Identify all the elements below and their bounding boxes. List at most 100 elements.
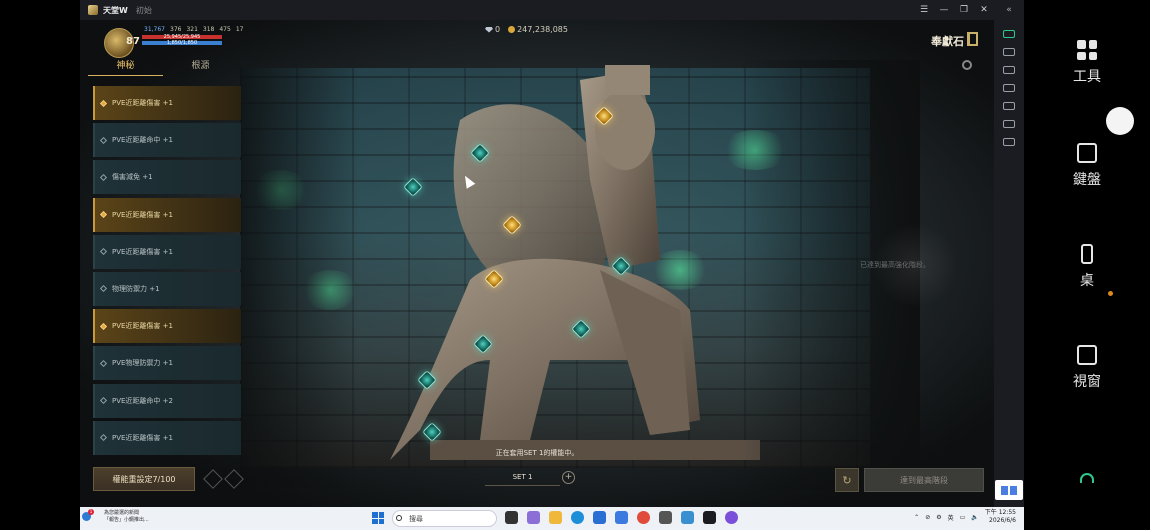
- lamassu-statue: [390, 65, 760, 460]
- reset-ability-button[interactable]: 權能重設定7/100: [93, 467, 195, 491]
- chat-icon[interactable]: [1003, 48, 1015, 56]
- minimize-icon[interactable]: —: [934, 0, 954, 20]
- window-label: 視窗: [1073, 374, 1101, 390]
- list-item[interactable]: 傷害減免 +1: [93, 160, 241, 195]
- list-item-label: PVE近距離傷害 +1: [112, 433, 173, 442]
- list-item[interactable]: PVE近距離傷害 +1: [93, 234, 241, 269]
- game-viewport: 已達到最高強化階段。 87 31,767 376 321 318 475 17 …: [80, 20, 994, 507]
- lock-icon[interactable]: [203, 469, 223, 489]
- chrome-icon[interactable]: [637, 511, 650, 524]
- collapse-sidebar-button[interactable]: «: [994, 0, 1024, 20]
- list-item[interactable]: PVE近距離傷害 +1: [93, 309, 241, 344]
- mp-bar: 1,850/1,850: [142, 40, 222, 46]
- list-item[interactable]: PVE近距離命中 +2: [93, 383, 241, 418]
- keyboard-label: 鍵盤: [1073, 172, 1101, 188]
- status-message: 正在套用SET 1的權能中。: [495, 449, 579, 457]
- edge-icon[interactable]: [571, 511, 584, 524]
- time: 下午 12:55: [984, 509, 1016, 516]
- list-item-label: 傷害減免 +1: [112, 173, 153, 182]
- desktop-button[interactable]: 桌: [1024, 244, 1150, 290]
- window-controls: ☰ — ❐ ✕: [914, 0, 994, 20]
- mail-icon[interactable]: [615, 511, 628, 524]
- app-icon[interactable]: [659, 511, 672, 524]
- chevron-up-icon[interactable]: ⌃: [914, 514, 919, 521]
- grid-icon: [1077, 40, 1097, 60]
- diamond-icon: [485, 26, 493, 33]
- clock[interactable]: 下午 12:55 2026/6/6: [985, 509, 1016, 525]
- diamond-icon: [99, 173, 108, 181]
- refresh-button[interactable]: ↻: [835, 468, 859, 492]
- set-selector[interactable]: SET 1: [485, 473, 560, 486]
- stat-value: 318: [202, 26, 215, 33]
- stat-value: 475: [219, 26, 231, 33]
- system-tray: ⌃ ⊘ ⚙ 英 ▭ 🔈 下午 12:55 2026/6/6: [914, 509, 1016, 525]
- add-set-button[interactable]: +: [562, 471, 575, 484]
- window-button[interactable]: 視窗: [1024, 345, 1150, 391]
- diamond-icon: [99, 322, 108, 330]
- app-logo-icon: [88, 5, 98, 15]
- list-item[interactable]: PVE物理防禦力 +1: [93, 346, 241, 381]
- game-icon[interactable]: [703, 511, 716, 524]
- diamond-icon: [99, 136, 108, 144]
- folder-icon[interactable]: [1003, 138, 1015, 146]
- network-icon[interactable]: ⊘: [925, 514, 930, 521]
- tab-origin[interactable]: 根源: [163, 54, 238, 76]
- tab-mystic[interactable]: 神秘: [88, 54, 163, 76]
- stat-value: 17: [235, 26, 244, 33]
- wifi-icon: [1080, 473, 1094, 483]
- notification-badge: 1: [88, 509, 94, 515]
- title-bar: 天堂W 初始 ☰ — ❐ ✕: [80, 0, 1024, 20]
- mouse-mode-button[interactable]: [1106, 107, 1134, 135]
- search-icon: [396, 515, 402, 521]
- list-item-label: PVE近距離傷害 +1: [112, 99, 173, 107]
- volume-icon[interactable]: [1003, 66, 1015, 74]
- emulator-window: 天堂W 初始 ☰ — ❐ ✕ « 已達到最高強化階段。 87 31,767 37…: [80, 0, 1024, 507]
- gear-icon[interactable]: [962, 60, 972, 70]
- terminal-icon[interactable]: [505, 511, 518, 524]
- coin-icon: [508, 26, 516, 33]
- news-title: 為您嚴選的新聞: [104, 510, 140, 516]
- list-item-label: PVE近距離傷害 +1: [112, 322, 173, 331]
- tools-button[interactable]: 工具: [1024, 40, 1150, 86]
- widgets-icon[interactable]: [527, 511, 540, 524]
- discord-icon[interactable]: [725, 511, 738, 524]
- combat-power: 31,767: [144, 26, 165, 33]
- diamond-icon: [99, 285, 108, 293]
- mp-text: 1,850/1,850: [166, 40, 198, 46]
- app-status: 初始: [135, 5, 152, 15]
- restore-icon[interactable]: ❐: [954, 0, 974, 20]
- monitor-icon[interactable]: ▭: [960, 514, 966, 521]
- date: 2026/6/6: [989, 517, 1016, 524]
- list-item[interactable]: 物理防禦力 +1: [93, 271, 241, 306]
- record-icon[interactable]: [1003, 120, 1015, 128]
- language-indicator[interactable]: 英: [948, 513, 954, 522]
- menu-icon[interactable]: ☰: [914, 0, 934, 20]
- hp-bar: 25,945/25,945: [142, 34, 222, 40]
- folder-icon[interactable]: [549, 511, 562, 524]
- page-title: 奉獻石: [931, 35, 964, 48]
- close-icon[interactable]: ✕: [974, 0, 994, 20]
- gamepad-icon[interactable]: [1003, 30, 1015, 38]
- keyboard-button[interactable]: 鍵盤: [1024, 143, 1150, 189]
- reach-max-button[interactable]: 達到最高階段: [864, 468, 984, 492]
- windows-start-icon[interactable]: [372, 512, 384, 524]
- store-icon[interactable]: [593, 511, 606, 524]
- search-input[interactable]: 搜尋: [392, 510, 497, 527]
- gold-count: 247,238,085: [508, 25, 568, 34]
- floating-widget[interactable]: [995, 480, 1023, 500]
- volume-icon[interactable]: 🔈: [971, 514, 978, 521]
- keyboard-mode-icon[interactable]: ⚙: [936, 514, 941, 521]
- max-stage-note: 已達到最高強化階段。: [860, 261, 930, 269]
- controller-icon[interactable]: [1003, 84, 1015, 92]
- gem-count: 0: [485, 25, 500, 34]
- notepad-icon[interactable]: [681, 511, 694, 524]
- player-stats: 31,767 376 321 318 475 17: [144, 26, 243, 33]
- window-icon: [1077, 345, 1097, 365]
- list-item[interactable]: PVE近距離傷害 +1: [93, 86, 241, 120]
- news-widget[interactable]: 為您嚴選的新聞 「報告」小鋼推出...: [104, 510, 149, 524]
- phone-icon: [1081, 244, 1093, 264]
- crop-icon[interactable]: [1003, 102, 1015, 110]
- list-item[interactable]: PVE近距離命中 +1: [93, 123, 241, 158]
- list-item[interactable]: PVE近距離傷害 +1: [93, 197, 241, 232]
- gold-value: 247,238,085: [517, 25, 568, 34]
